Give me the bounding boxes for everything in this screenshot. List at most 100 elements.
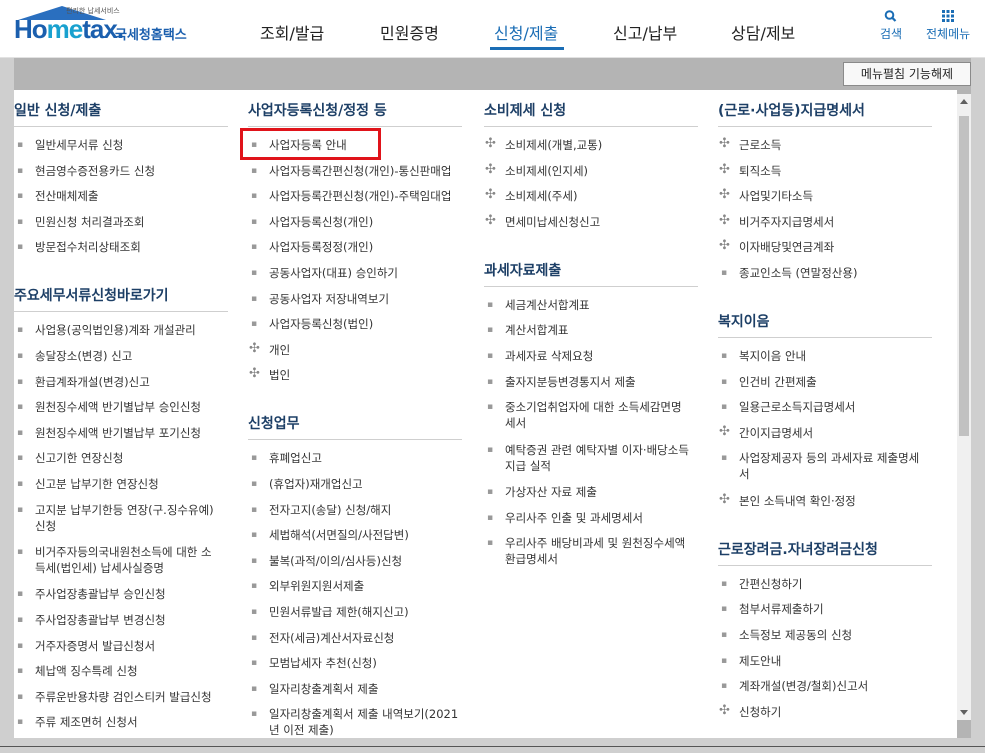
bullet-icon: ▪ <box>17 589 24 600</box>
menu-link[interactable]: ▪ 사업자등록신청(개인) <box>251 214 462 232</box>
menu-link[interactable]: ▪ 세금계산서합계표 <box>487 297 698 315</box>
logo-wordmark: Hometax. <box>14 14 124 45</box>
nav-item-consult[interactable]: 상담/제보 <box>731 20 795 44</box>
menu-link[interactable]: ▪ 예탁증권 관련 예탁자별 이자·배당소득 지급 실적 <box>487 442 698 476</box>
menu-link[interactable]: ▪ 신고기한 연장신청 <box>17 450 228 468</box>
menu-link[interactable]: ▪ 계좌개설(변경/철회)신고서 <box>721 678 932 696</box>
menu-link[interactable]: ✣ 비거주자지급명세서 <box>719 213 932 232</box>
menu-link[interactable]: ▪ 사업자등록신청(법인) <box>251 316 462 334</box>
menu-link[interactable]: ▪ 현금영수증전용카드 신청 <box>17 163 228 181</box>
nav-item-certificate[interactable]: 민원증명 <box>380 20 439 44</box>
nav-item-inquiry[interactable]: 조회/발급 <box>260 20 324 44</box>
menu-link[interactable]: ▪ 가상자산 자료 제출 <box>487 484 698 502</box>
bullet-icon: ▪ <box>251 632 258 643</box>
menu-link-label-line2: 지급 실적 <box>505 458 551 473</box>
nav-item-report-pay[interactable]: 신고/납부 <box>613 20 677 44</box>
menu-link[interactable]: ▪ 사업자등록간편신청(개인)-주택임대업 <box>251 188 462 206</box>
search-button[interactable]: 검색 <box>880 10 902 42</box>
scroll-down-arrow-icon[interactable] <box>957 704 971 720</box>
menu-link[interactable]: ▪ 민원신청 처리결과조회 <box>17 214 228 232</box>
menu-link[interactable]: ▪ 우리사주 배당비과세 및 원천징수세액 환급명세서 <box>487 535 698 569</box>
menu-link[interactable]: ▪ 일자리창출계획서 제출 내역보기(2021 년 이전 제출) <box>251 706 462 738</box>
menu-link[interactable]: ▪ 사업용(공익법인용)계좌 개설관리 <box>17 322 228 340</box>
menu-link-label: 체납액 징수특례 신청 <box>35 664 138 679</box>
menu-link[interactable]: ▪ 출자지분등변경통지서 제출 <box>487 374 698 392</box>
scrollbar-thumb[interactable] <box>959 116 969 436</box>
bullet-icon: ▪ <box>251 319 258 330</box>
menu-link[interactable]: ▪ 계산서합계표 <box>487 322 698 340</box>
menu-link[interactable]: ▪ 세법해석(서면질의/사전답변) <box>251 527 462 545</box>
menu-link[interactable]: ▪ 비거주자등의국내원천소득에 대한 소 득세(법인세) 납세사실증명 <box>17 544 228 578</box>
menu-link[interactable]: ▪ 일자리창출계획서 제출 <box>251 681 462 699</box>
menu-link[interactable]: ▪ 복지이음 안내 <box>721 348 932 366</box>
menu-link[interactable]: ▪ 전자(세금)계산서자료신청 <box>251 630 462 648</box>
menu-link[interactable]: ▪ 사업자등록간편신청(개인)-통신판매업 <box>251 163 462 181</box>
menu-link[interactable]: ✣ 근로소득 <box>719 136 932 155</box>
nav-item-apply[interactable]: 신청/제출 <box>494 20 558 44</box>
menu-link[interactable]: ▪ 과세자료 삭제요청 <box>487 348 698 366</box>
bullet-icon: ▪ <box>17 640 24 651</box>
bullet-icon: ▪ <box>251 555 258 566</box>
menu-link[interactable]: ▪ 원천징수세액 반기별납부 승인신청 <box>17 399 228 417</box>
menu-link[interactable]: ▪ 일반세무서류 신청 <box>17 137 228 155</box>
menu-expand-toggle-button[interactable]: 메뉴펼침 기능해제 <box>843 62 971 86</box>
menu-link[interactable]: ▪ (휴업자)재개업신고 <box>251 476 462 494</box>
menu-link[interactable]: ▪ 간편신청하기 <box>721 576 932 594</box>
menu-link[interactable]: ▪ 방문접수처리상태조회 <box>17 239 228 257</box>
menu-link[interactable]: ▪ 고지분 납부기한등 연장(구.징수유예) 신청 <box>17 502 228 536</box>
menu-link[interactable]: ✣ 신청하기 <box>719 703 932 722</box>
menu-link[interactable]: ✣ 간이지급명세서 <box>719 424 932 443</box>
menu-link[interactable]: ▪ 인건비 간편제출 <box>721 374 932 392</box>
scroll-up-arrow-icon[interactable] <box>957 94 971 110</box>
menu-link[interactable]: ▪ 외부위원지원서제출 <box>251 578 462 596</box>
menu-link[interactable]: ▪ 원천징수세액 반기별납부 포기신청 <box>17 425 228 443</box>
menu-link[interactable]: ▪ 주사업장총괄납부 승인신청 <box>17 586 228 604</box>
section-title: 복지이음 <box>718 314 770 330</box>
menu-link[interactable]: ▪ 주류운반용차량 검인스티커 발급신청 <box>17 689 228 707</box>
menu-link[interactable]: ▪ 전산매체제출 <box>17 188 228 206</box>
full-menu-button[interactable]: 전체메뉴 <box>926 10 970 42</box>
menu-link[interactable]: ✣ 사업및기타소득 <box>719 187 932 206</box>
menu-link-label: 사업장제공자 등의 과세자료 제출명세 <box>739 451 920 466</box>
menu-link-label: 공동사업자(대표) 승인하기 <box>269 266 399 280</box>
menu-link[interactable]: ▪ 공동사업자 저장내역보기 <box>251 291 462 309</box>
menu-link[interactable]: ▪ 중소기업취업자에 대한 소득세감면명 세서 <box>487 399 698 433</box>
menu-link[interactable]: ▪ 첨부서류제출하기 <box>721 601 932 619</box>
menu-link[interactable]: ✣ 퇴직소득 <box>719 162 932 181</box>
menu-link[interactable]: ▪ 사업장제공자 등의 과세자료 제출명세 서 <box>721 450 932 484</box>
bullet-icon: ▪ <box>251 581 258 592</box>
menu-link[interactable]: ▪ 일용근로소득지급명세서 <box>721 399 932 417</box>
hometax-logo[interactable]: 편리한 납세서비스 Hometax. 국세청홈택스 <box>14 6 204 50</box>
menu-link[interactable]: ▪ 거주자증명서 발급신청서 <box>17 638 228 656</box>
menu-link[interactable]: ▪ 제도안내 <box>721 653 932 671</box>
menu-link[interactable]: ▪ 전자고지(송달) 신청/해지 <box>251 502 462 520</box>
menu-link[interactable]: ✣ 법인 <box>249 366 462 385</box>
menu-link[interactable]: ▪ 불복(과적/이의/심사등)신청 <box>251 553 462 571</box>
menu-link[interactable]: ✣ 소비제세(개별,교통) <box>485 136 698 155</box>
menu-link[interactable]: ▪ 모범납세자 추천(신청) <box>251 655 462 673</box>
menu-link[interactable]: ▪ 환급계좌개설(변경)신고 <box>17 374 228 392</box>
menu-link[interactable]: ▪ 우리사주 인출 및 과세명세서 <box>487 510 698 528</box>
menu-link[interactable]: ▪ 휴폐업신고 <box>251 450 462 468</box>
menu-link[interactable]: ✣ 면세미납세신청신고 <box>485 213 698 232</box>
menu-link[interactable]: ▪ 주류 제조면허 신청서 <box>17 714 228 732</box>
menu-link-label: (휴업자)재개업신고 <box>269 477 363 491</box>
menu-link[interactable]: ▪ 민원서류발급 제한(해지신고) <box>251 604 462 622</box>
menu-link[interactable]: ▪ 송달장소(변경) 신고 <box>17 348 228 366</box>
menu-link-label: 사업자등록 안내 <box>269 138 347 152</box>
menu-link[interactable]: ▪ 신고분 납부기한 연장신청 <box>17 476 228 494</box>
vertical-scrollbar[interactable] <box>957 94 971 720</box>
bullet-icon: ▪ <box>251 504 258 515</box>
menu-link[interactable]: ▪ 소득정보 제공동의 신청 <box>721 627 932 645</box>
menu-link[interactable]: ▪ 공동사업자(대표) 승인하기 <box>251 265 462 283</box>
menu-link[interactable]: ▪ 주사업장총괄납부 변경신청 <box>17 612 228 630</box>
menu-link[interactable]: ✣ 본인 소득내역 확인·정정 <box>719 492 932 511</box>
menu-link[interactable]: ▪ 사업자등록정정(개인) <box>251 239 462 257</box>
menu-link[interactable]: ✣ 개인 <box>249 341 462 360</box>
menu-link[interactable]: ▪ 사업자등록 안내 <box>251 137 462 155</box>
menu-link[interactable]: ✣ 소비제세(주세) <box>485 187 698 206</box>
menu-link[interactable]: ▪ 종교인소득 (연말정산용) <box>721 265 932 283</box>
menu-link[interactable]: ▪ 체납액 징수특례 신청 <box>17 663 228 681</box>
menu-link[interactable]: ✣ 소비제세(인지세) <box>485 162 698 181</box>
menu-link[interactable]: ✣ 이자배당및연금계좌 <box>719 238 932 257</box>
